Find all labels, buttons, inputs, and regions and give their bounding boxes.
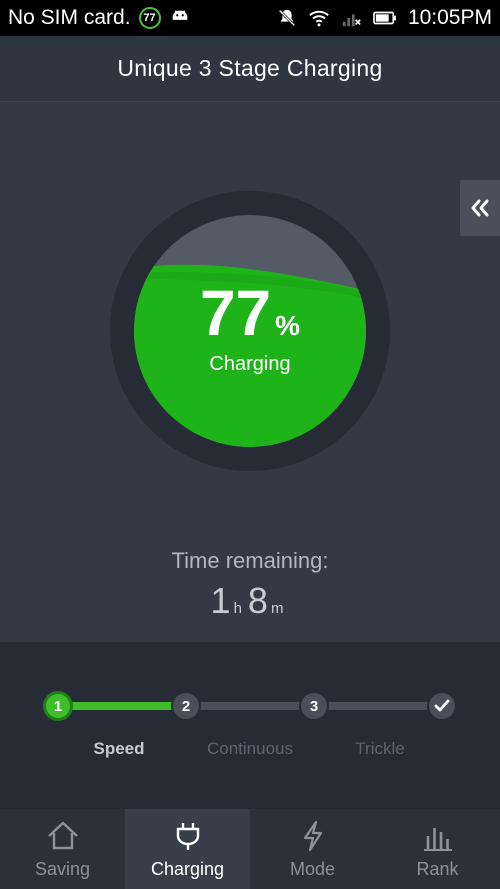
clock: 10:05PM [407, 6, 492, 29]
nav-label: Charging [150, 859, 225, 879]
page-title: Unique 3 Stage Charging [117, 55, 383, 81]
nav-label: Mode [289, 859, 336, 879]
charging-stages: 1 2 3 Speed Continuous Trickle [0, 642, 500, 809]
minutes-value: 8 [247, 580, 268, 621]
notification-badge: 77 [138, 7, 161, 29]
check-icon [434, 699, 450, 712]
time-remaining-value: 1 h 8 m [0, 580, 500, 622]
carrier-text: No SIM card. [8, 6, 131, 29]
plug-icon [176, 823, 199, 850]
bar-chart-icon [423, 828, 452, 851]
hours-value: 1 [210, 580, 231, 621]
battery-gauge: 77 % Charging [110, 191, 390, 471]
stage-node-continuous: 2 [171, 691, 201, 721]
mute-icon [278, 9, 296, 27]
status-right: 10:05PM [276, 6, 492, 30]
bottom-nav: Saving Charging Mode Rank [0, 809, 500, 889]
home-icon [47, 821, 78, 850]
status-left: No SIM card. 77 [8, 6, 191, 30]
nav-item-rank[interactable]: Rank [375, 809, 500, 889]
lightning-icon [303, 820, 322, 852]
stage-node-trickle: 3 [299, 691, 329, 721]
signal-icon [342, 14, 361, 27]
battery-icon [373, 11, 396, 25]
percent-row: 77 % [200, 281, 300, 345]
stage-node-label: 1 [53, 697, 63, 715]
battery-percent: 77 [199, 276, 272, 349]
nav-label: Rank [416, 859, 459, 879]
stage-label-trickle: Trickle [355, 739, 405, 758]
minutes-unit: m [270, 600, 284, 617]
nav-item-charging[interactable]: Charging [125, 809, 250, 889]
double-chevron-left-icon [471, 199, 489, 217]
charging-panel: 77 % Charging Time remaining: 1 h 8 m [0, 102, 500, 642]
nav-label: Saving [34, 859, 91, 879]
wifi-icon [309, 10, 329, 27]
gauge-readout: 77 % Charging [110, 191, 390, 471]
status-bar: No SIM card. 77 10:05PM [0, 0, 500, 36]
hours-unit: h [233, 600, 242, 617]
stage-node-complete [427, 691, 457, 721]
stage-progress-fill [58, 702, 185, 710]
nav-item-saving[interactable]: Saving [0, 809, 125, 889]
stage-track [58, 702, 442, 710]
android-icon [172, 10, 187, 20]
stage-node-label: 3 [309, 697, 319, 715]
stage-node-speed: 1 [43, 691, 73, 721]
time-remaining-label: Time remaining: [171, 548, 329, 573]
nav-item-mode[interactable]: Mode [250, 809, 375, 889]
stage-node-label: 2 [181, 697, 191, 715]
stage-label-continuous: Continuous [206, 739, 294, 758]
charging-status: Charging [209, 352, 291, 375]
side-panel-toggle[interactable] [460, 180, 500, 236]
percent-sign: % [275, 309, 301, 341]
app-header: Unique 3 Stage Charging [0, 36, 500, 102]
stage-label-speed: Speed [93, 739, 145, 758]
